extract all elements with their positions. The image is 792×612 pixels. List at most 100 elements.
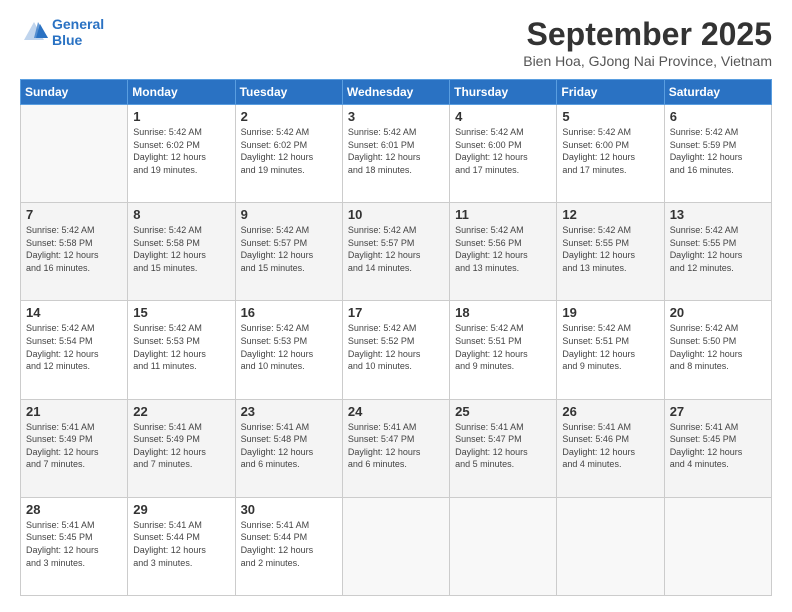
calendar-week-3: 14 Sunrise: 5:42 AM Sunset: 5:54 PM Dayli… <box>21 301 772 399</box>
calendar-cell: 9 Sunrise: 5:42 AM Sunset: 5:57 PM Daylig… <box>235 203 342 301</box>
title-block: September 2025 Bien Hoa, GJong Nai Provi… <box>523 16 772 69</box>
calendar-cell: 25 Sunrise: 5:41 AM Sunset: 5:47 PM Dayli… <box>450 399 557 497</box>
day-number: 29 <box>133 502 229 517</box>
day-header-friday: Friday <box>557 80 664 105</box>
calendar-cell: 16 Sunrise: 5:42 AM Sunset: 5:53 PM Dayli… <box>235 301 342 399</box>
calendar-cell: 15 Sunrise: 5:42 AM Sunset: 5:53 PM Dayli… <box>128 301 235 399</box>
day-number: 17 <box>348 305 444 320</box>
day-info: Sunrise: 5:42 AM Sunset: 5:54 PM Dayligh… <box>26 322 122 372</box>
day-info: Sunrise: 5:41 AM Sunset: 5:45 PM Dayligh… <box>26 519 122 569</box>
day-number: 4 <box>455 109 551 124</box>
calendar-cell <box>557 497 664 595</box>
calendar: SundayMondayTuesdayWednesdayThursdayFrid… <box>20 79 772 596</box>
day-number: 22 <box>133 404 229 419</box>
calendar-cell: 19 Sunrise: 5:42 AM Sunset: 5:51 PM Dayli… <box>557 301 664 399</box>
calendar-week-4: 21 Sunrise: 5:41 AM Sunset: 5:49 PM Dayli… <box>21 399 772 497</box>
calendar-cell: 17 Sunrise: 5:42 AM Sunset: 5:52 PM Dayli… <box>342 301 449 399</box>
logo-text: General Blue <box>52 16 104 48</box>
calendar-cell <box>450 497 557 595</box>
day-number: 9 <box>241 207 337 222</box>
calendar-cell: 27 Sunrise: 5:41 AM Sunset: 5:45 PM Dayli… <box>664 399 771 497</box>
day-info: Sunrise: 5:42 AM Sunset: 5:52 PM Dayligh… <box>348 322 444 372</box>
calendar-cell: 4 Sunrise: 5:42 AM Sunset: 6:00 PM Daylig… <box>450 105 557 203</box>
day-info: Sunrise: 5:42 AM Sunset: 5:55 PM Dayligh… <box>562 224 658 274</box>
day-number: 28 <box>26 502 122 517</box>
day-header-saturday: Saturday <box>664 80 771 105</box>
day-info: Sunrise: 5:42 AM Sunset: 5:53 PM Dayligh… <box>133 322 229 372</box>
calendar-cell: 1Sunrise: 5:42 AM Sunset: 6:02 PM Daylig… <box>128 105 235 203</box>
day-info: Sunrise: 5:41 AM Sunset: 5:47 PM Dayligh… <box>455 421 551 471</box>
calendar-cell: 2 Sunrise: 5:42 AM Sunset: 6:02 PM Daylig… <box>235 105 342 203</box>
day-info: Sunrise: 5:42 AM Sunset: 6:02 PM Dayligh… <box>241 126 337 176</box>
day-number: 21 <box>26 404 122 419</box>
logo: General Blue <box>20 16 104 48</box>
day-header-tuesday: Tuesday <box>235 80 342 105</box>
day-number: 27 <box>670 404 766 419</box>
day-info: Sunrise: 5:42 AM Sunset: 5:50 PM Dayligh… <box>670 322 766 372</box>
logo-icon <box>20 18 48 46</box>
day-info: Sunrise: 5:42 AM Sunset: 5:58 PM Dayligh… <box>26 224 122 274</box>
day-info: Sunrise: 5:42 AM Sunset: 5:53 PM Dayligh… <box>241 322 337 372</box>
day-number: 6 <box>670 109 766 124</box>
day-number: 20 <box>670 305 766 320</box>
calendar-cell: 22 Sunrise: 5:41 AM Sunset: 5:49 PM Dayli… <box>128 399 235 497</box>
header: General Blue September 2025 Bien Hoa, GJ… <box>20 16 772 69</box>
location: Bien Hoa, GJong Nai Province, Vietnam <box>523 53 772 69</box>
calendar-cell: 7 Sunrise: 5:42 AM Sunset: 5:58 PM Daylig… <box>21 203 128 301</box>
day-number: 3 <box>348 109 444 124</box>
day-info: Sunrise: 5:42 AM Sunset: 5:51 PM Dayligh… <box>562 322 658 372</box>
day-number: 7 <box>26 207 122 222</box>
day-number: 16 <box>241 305 337 320</box>
calendar-cell: 5 Sunrise: 5:42 AM Sunset: 6:00 PM Daylig… <box>557 105 664 203</box>
month-title: September 2025 <box>523 16 772 53</box>
day-info: Sunrise: 5:42 AM Sunset: 5:57 PM Dayligh… <box>348 224 444 274</box>
day-header-monday: Monday <box>128 80 235 105</box>
day-number: 23 <box>241 404 337 419</box>
day-number: 2 <box>241 109 337 124</box>
calendar-cell: 23Sunrise: 5:41 AM Sunset: 5:48 PM Dayli… <box>235 399 342 497</box>
day-info: Sunrise: 5:42 AM Sunset: 5:55 PM Dayligh… <box>670 224 766 274</box>
calendar-cell: 20 Sunrise: 5:42 AM Sunset: 5:50 PM Dayli… <box>664 301 771 399</box>
calendar-cell: 12 Sunrise: 5:42 AM Sunset: 5:55 PM Dayli… <box>557 203 664 301</box>
calendar-cell <box>21 105 128 203</box>
day-header-wednesday: Wednesday <box>342 80 449 105</box>
day-number: 26 <box>562 404 658 419</box>
calendar-cell: 26Sunrise: 5:41 AM Sunset: 5:46 PM Dayli… <box>557 399 664 497</box>
day-number: 5 <box>562 109 658 124</box>
day-number: 19 <box>562 305 658 320</box>
calendar-week-1: 1Sunrise: 5:42 AM Sunset: 6:02 PM Daylig… <box>21 105 772 203</box>
day-info: Sunrise: 5:41 AM Sunset: 5:47 PM Dayligh… <box>348 421 444 471</box>
day-number: 15 <box>133 305 229 320</box>
day-number: 11 <box>455 207 551 222</box>
day-info: Sunrise: 5:42 AM Sunset: 6:00 PM Dayligh… <box>562 126 658 176</box>
day-info: Sunrise: 5:42 AM Sunset: 5:51 PM Dayligh… <box>455 322 551 372</box>
day-number: 10 <box>348 207 444 222</box>
day-info: Sunrise: 5:41 AM Sunset: 5:44 PM Dayligh… <box>133 519 229 569</box>
calendar-cell: 18Sunrise: 5:42 AM Sunset: 5:51 PM Dayli… <box>450 301 557 399</box>
calendar-cell <box>342 497 449 595</box>
calendar-week-5: 28 Sunrise: 5:41 AM Sunset: 5:45 PM Dayli… <box>21 497 772 595</box>
day-header-sunday: Sunday <box>21 80 128 105</box>
day-info: Sunrise: 5:41 AM Sunset: 5:49 PM Dayligh… <box>133 421 229 471</box>
day-info: Sunrise: 5:42 AM Sunset: 6:00 PM Dayligh… <box>455 126 551 176</box>
page: General Blue September 2025 Bien Hoa, GJ… <box>0 0 792 612</box>
day-number: 12 <box>562 207 658 222</box>
calendar-cell: 8Sunrise: 5:42 AM Sunset: 5:58 PM Daylig… <box>128 203 235 301</box>
day-info: Sunrise: 5:42 AM Sunset: 5:57 PM Dayligh… <box>241 224 337 274</box>
day-number: 14 <box>26 305 122 320</box>
day-info: Sunrise: 5:42 AM Sunset: 5:56 PM Dayligh… <box>455 224 551 274</box>
calendar-cell: 24Sunrise: 5:41 AM Sunset: 5:47 PM Dayli… <box>342 399 449 497</box>
calendar-cell: 21Sunrise: 5:41 AM Sunset: 5:49 PM Dayli… <box>21 399 128 497</box>
calendar-cell: 11 Sunrise: 5:42 AM Sunset: 5:56 PM Dayli… <box>450 203 557 301</box>
day-info: Sunrise: 5:41 AM Sunset: 5:45 PM Dayligh… <box>670 421 766 471</box>
calendar-cell: 3 Sunrise: 5:42 AM Sunset: 6:01 PM Daylig… <box>342 105 449 203</box>
day-info: Sunrise: 5:42 AM Sunset: 6:01 PM Dayligh… <box>348 126 444 176</box>
calendar-cell: 30 Sunrise: 5:41 AM Sunset: 5:44 PM Dayli… <box>235 497 342 595</box>
day-number: 13 <box>670 207 766 222</box>
day-info: Sunrise: 5:42 AM Sunset: 6:02 PM Dayligh… <box>133 126 229 176</box>
day-info: Sunrise: 5:42 AM Sunset: 5:59 PM Dayligh… <box>670 126 766 176</box>
calendar-cell: 13 Sunrise: 5:42 AM Sunset: 5:55 PM Dayli… <box>664 203 771 301</box>
day-number: 30 <box>241 502 337 517</box>
day-number: 25 <box>455 404 551 419</box>
day-info: Sunrise: 5:41 AM Sunset: 5:44 PM Dayligh… <box>241 519 337 569</box>
